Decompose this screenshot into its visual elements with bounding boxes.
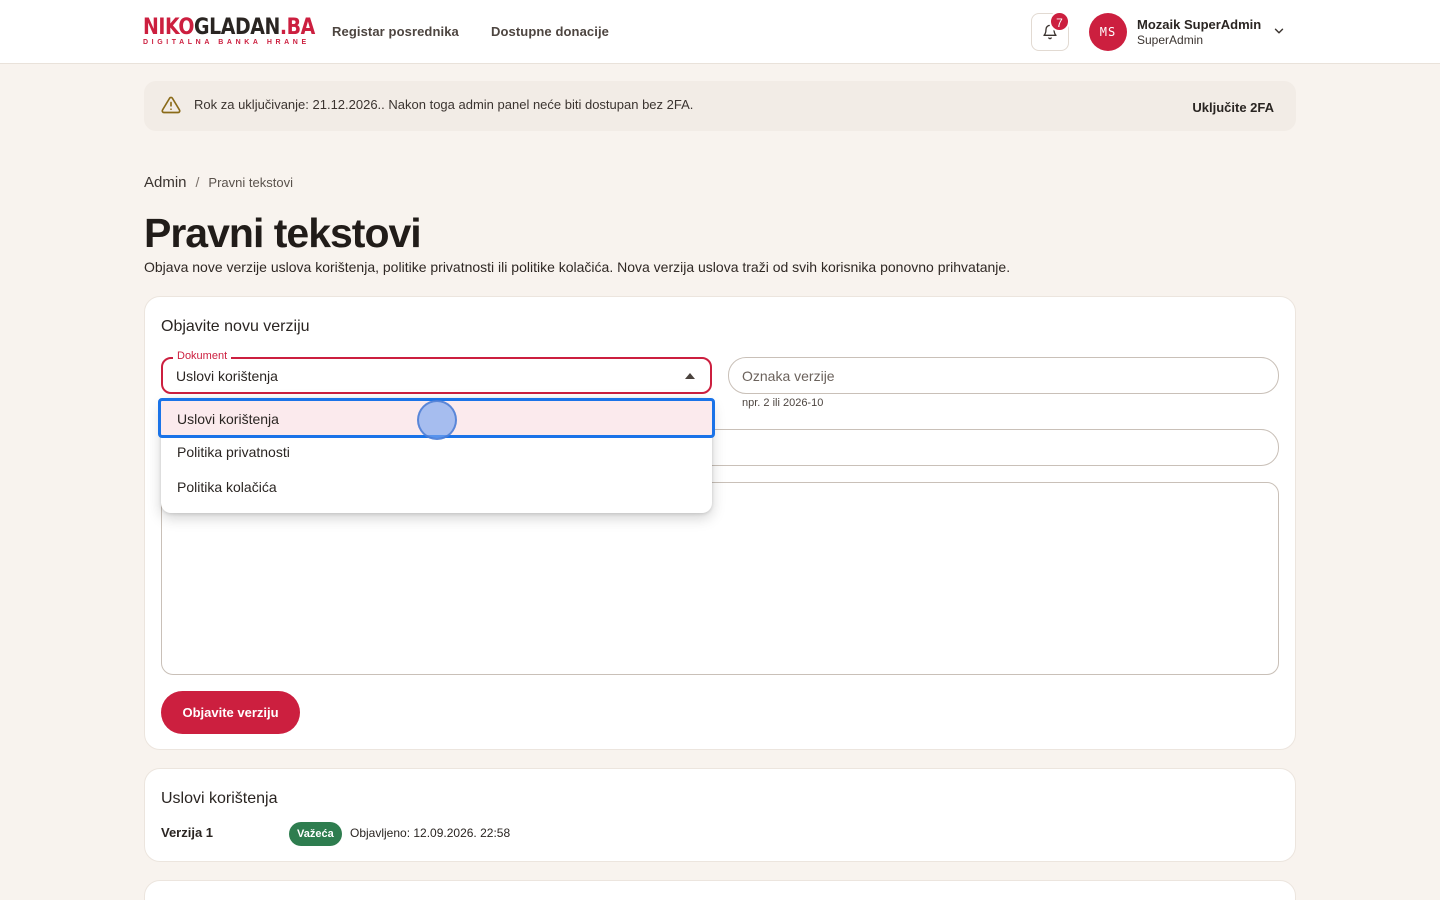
version-published-date: Objavljeno: 12.09.2026. 22:58 [350,826,511,840]
document-select[interactable]: Dokument Uslovi korištenja [161,350,712,394]
status-badge: Važeća [289,822,342,846]
next-card [144,880,1296,900]
warning-icon [161,96,181,114]
version-hint: npr. 2 ili 2026-10 [742,397,824,409]
logo-wordmark: NIKOGLADAN.BA [143,15,315,40]
card-title: Objavite novu verziju [161,318,310,335]
notifications-count-badge: 7 [1049,11,1070,32]
publish-version-card: Objavite novu verziju Dokument Uslovi ko… [144,296,1296,750]
menu-option-uslovi-koristenja[interactable]: Uslovi korištenja [158,398,715,438]
menu-option-politika-privatnosti[interactable]: Politika privatnosti [161,435,712,470]
page-title: Pravni tekstovi [144,210,422,256]
breadcrumb-current: Pravni tekstovi [208,175,293,190]
top-header: NIKOGLADAN.BA DIGITALNA BANKA HRANE Regi… [0,0,1440,64]
versions-card: Uslovi korištenja Verzija 1 Važeća Objav… [144,768,1296,862]
versions-card-title: Uslovi korištenja [161,790,278,807]
version-label-input[interactable] [728,357,1279,394]
nav-dostupne-donacije[interactable]: Dostupne donacije [491,24,609,39]
breadcrumb-separator: / [195,174,200,190]
document-select-label: Dokument [173,350,232,362]
2fa-alert: Rok za uključivanje: 21.12.2026.. Nakon … [144,81,1296,131]
chevron-down-icon[interactable] [1272,24,1286,38]
version-label: Verzija 1 [161,825,214,840]
menu-option-politika-kolacica[interactable]: Politika kolačića [161,470,712,505]
avatar[interactable]: MS [1089,13,1127,51]
user-name: Mozaik SuperAdmin [1137,17,1262,32]
page-subtitle: Objava nove verzije uslova korištenja, p… [144,259,1011,275]
breadcrumb: Admin / Pravni tekstovi [144,174,293,191]
nav-registar-posrednika[interactable]: Registar posrednika [332,24,459,39]
document-options-menu: Uslovi korištenja Politika privatnosti P… [158,398,715,513]
document-select-value: Uslovi korištenja [176,368,278,384]
publish-version-button[interactable]: Objavite verziju [161,691,300,734]
enable-2fa-link[interactable]: Uključite 2FA [1192,100,1274,115]
user-role: SuperAdmin [1137,33,1204,47]
logo[interactable]: NIKOGLADAN.BA DIGITALNA BANKA HRANE [143,16,343,47]
caret-up-icon [685,373,695,379]
logo-tagline: DIGITALNA BANKA HRANE [143,39,310,46]
breadcrumb-admin[interactable]: Admin [144,174,187,191]
alert-message: Rok za uključivanje: 21.12.2026.. Nakon … [194,97,694,112]
